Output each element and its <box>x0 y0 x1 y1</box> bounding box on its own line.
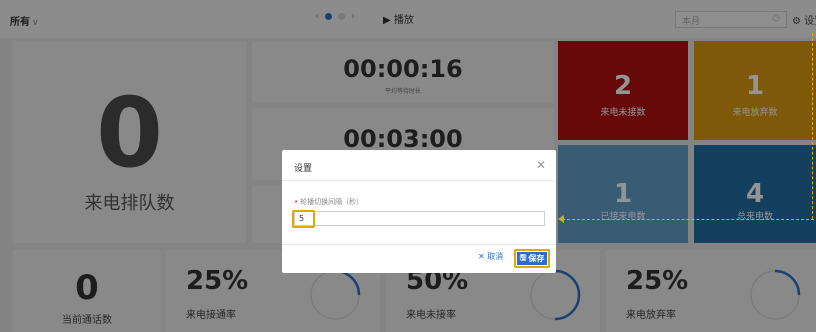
interval-input[interactable] <box>294 211 545 226</box>
annotation-line-horizontal <box>562 219 814 220</box>
save-button[interactable]: 🖫 保存 <box>517 252 547 265</box>
dialog-divider <box>282 180 556 181</box>
interval-field-label-text: 轮播切换间隔（秒） <box>300 198 364 206</box>
annotation-line-vertical <box>812 33 813 219</box>
annotation-arrow-icon <box>558 215 564 223</box>
interval-field-label: • 轮播切换间隔（秒） <box>294 198 364 206</box>
cancel-button[interactable]: ✕ 取消 <box>478 251 503 262</box>
settings-dialog: 设置 ✕ •轮播切换间隔（秒） ✕ 取消 🖫保存 <box>282 150 556 273</box>
dialog-footer-divider <box>282 244 556 245</box>
close-icon[interactable]: ✕ <box>536 158 546 172</box>
save-icon: 🖫 <box>519 252 527 262</box>
save-button-label: 保存 <box>528 254 545 263</box>
dialog-title: 设置 <box>294 164 313 174</box>
